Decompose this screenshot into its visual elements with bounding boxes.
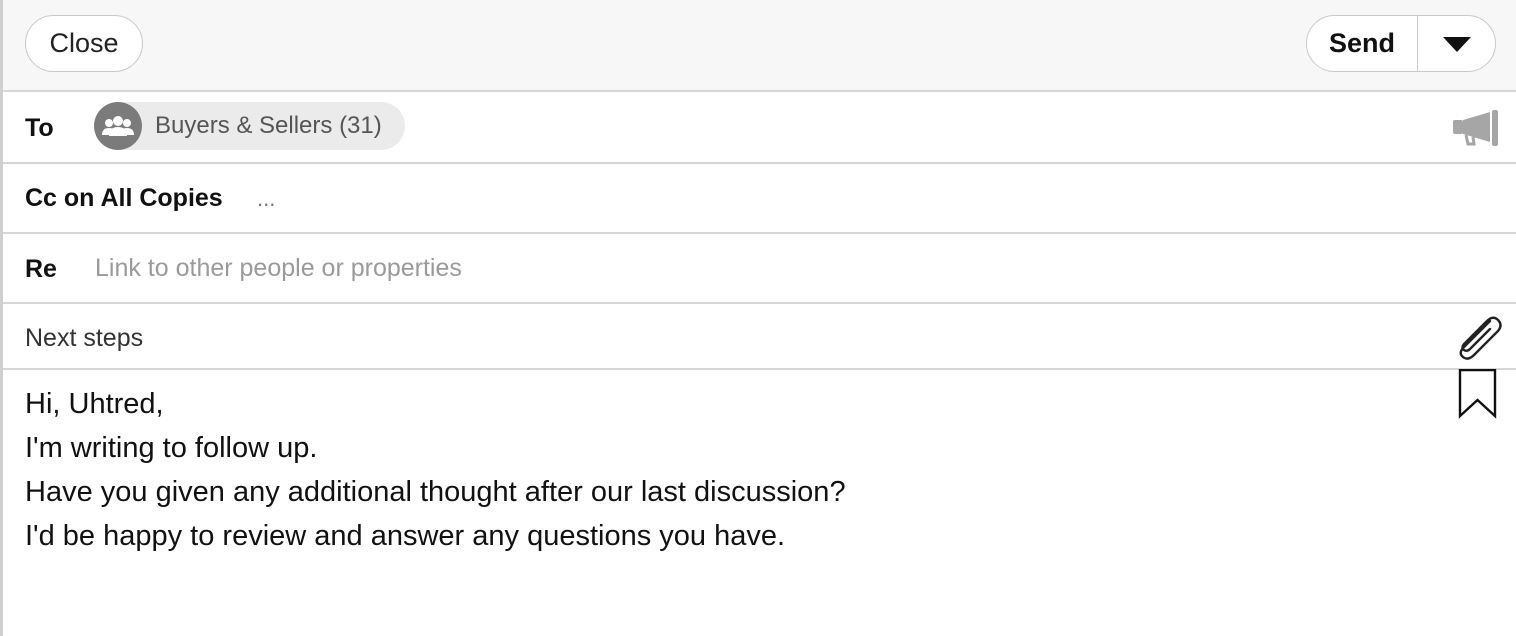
- body-line: I'd be happy to review and answer any qu…: [25, 520, 786, 552]
- template-button[interactable]: [1458, 368, 1498, 424]
- cc-expand-button[interactable]: ...: [257, 186, 275, 212]
- megaphone-icon: [1453, 110, 1498, 146]
- attach-button[interactable]: [1452, 312, 1504, 367]
- bookmark-icon: [1458, 368, 1497, 419]
- message-body[interactable]: Hi, Uhtred, I'm writing to follow up. Ha…: [25, 382, 1425, 558]
- recipient-chip-label: Buyers & Sellers (31): [155, 112, 382, 139]
- subject-row: [3, 304, 1516, 370]
- send-options-button[interactable]: [1418, 16, 1495, 71]
- to-label: To: [25, 114, 54, 142]
- paperclip-icon: [1459, 316, 1502, 360]
- group-icon: [102, 116, 134, 136]
- group-avatar: [94, 102, 142, 150]
- compose-toolbar: Close Send: [3, 0, 1516, 92]
- to-row: To Buyers & Sellers (31): [3, 92, 1516, 164]
- re-link-input[interactable]: [95, 248, 1295, 288]
- recipient-chip[interactable]: Buyers & Sellers (31): [94, 102, 405, 150]
- re-label: Re: [25, 255, 57, 283]
- compose-email-panel: Close Send To Buyers & Sellers (31) Cc o…: [0, 0, 1516, 636]
- subject-input[interactable]: [25, 318, 1325, 358]
- re-row: Re: [3, 234, 1516, 304]
- body-line: I'm writing to follow up.: [25, 432, 318, 464]
- close-button[interactable]: Close: [25, 15, 143, 72]
- caret-down-icon: [1442, 36, 1471, 52]
- broadcast-button[interactable]: [1452, 109, 1502, 152]
- cc-row: Cc on All Copies ...: [3, 164, 1516, 234]
- body-line: Hi, Uhtred,: [25, 388, 164, 420]
- send-button-group: Send: [1306, 15, 1496, 72]
- body-line: Have you given any additional thought af…: [25, 476, 846, 508]
- cc-label: Cc on All Copies: [25, 184, 223, 212]
- send-button[interactable]: Send: [1307, 16, 1418, 71]
